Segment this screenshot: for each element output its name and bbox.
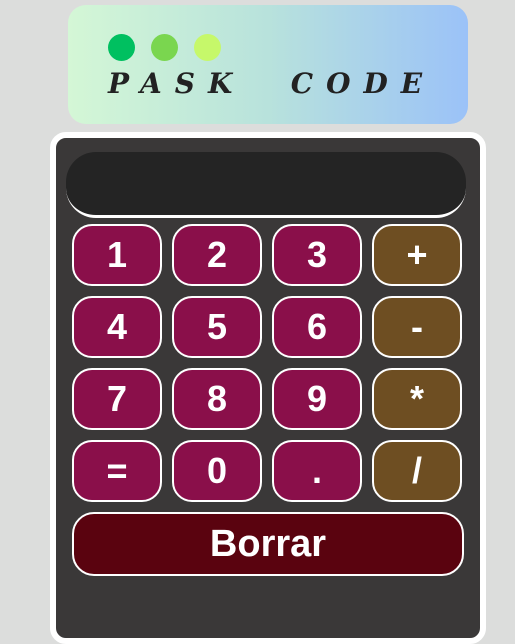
calculator: 1 2 3 +4 5 6- 7 8 9 * = 0. / Borrar xyxy=(50,132,486,644)
key-minus[interactable]: - xyxy=(372,296,462,358)
key-divide[interactable]: / xyxy=(372,440,462,502)
key-2[interactable]: 2 xyxy=(172,224,262,286)
key-7[interactable]: 7 xyxy=(72,368,162,430)
key-3[interactable]: 3 xyxy=(272,224,362,286)
key-decimal[interactable]: . xyxy=(272,440,362,502)
clear-button[interactable]: Borrar xyxy=(72,512,464,576)
key-8[interactable]: 8 xyxy=(172,368,262,430)
key-9[interactable]: 9 xyxy=(272,368,362,430)
key-multiply[interactable]: * xyxy=(372,368,462,430)
key-1[interactable]: 1 xyxy=(72,224,162,286)
dot-green-icon xyxy=(108,34,135,61)
calculator-display xyxy=(66,152,466,218)
key-6[interactable]: 6 xyxy=(272,296,362,358)
key-0[interactable]: 0 xyxy=(172,440,262,502)
key-4[interactable]: 4 xyxy=(72,296,162,358)
key-plus[interactable]: + xyxy=(372,224,462,286)
key-equals[interactable]: = xyxy=(72,440,162,502)
app-header: PASK CODE xyxy=(68,5,468,124)
dot-lime-icon xyxy=(151,34,178,61)
keypad: 1 2 3 +4 5 6- 7 8 9 * = 0. / xyxy=(72,224,464,502)
window-dots xyxy=(108,34,221,61)
dot-yellow-green-icon xyxy=(194,34,221,61)
key-5[interactable]: 5 xyxy=(172,296,262,358)
brand-title: PASK CODE xyxy=(108,67,436,100)
